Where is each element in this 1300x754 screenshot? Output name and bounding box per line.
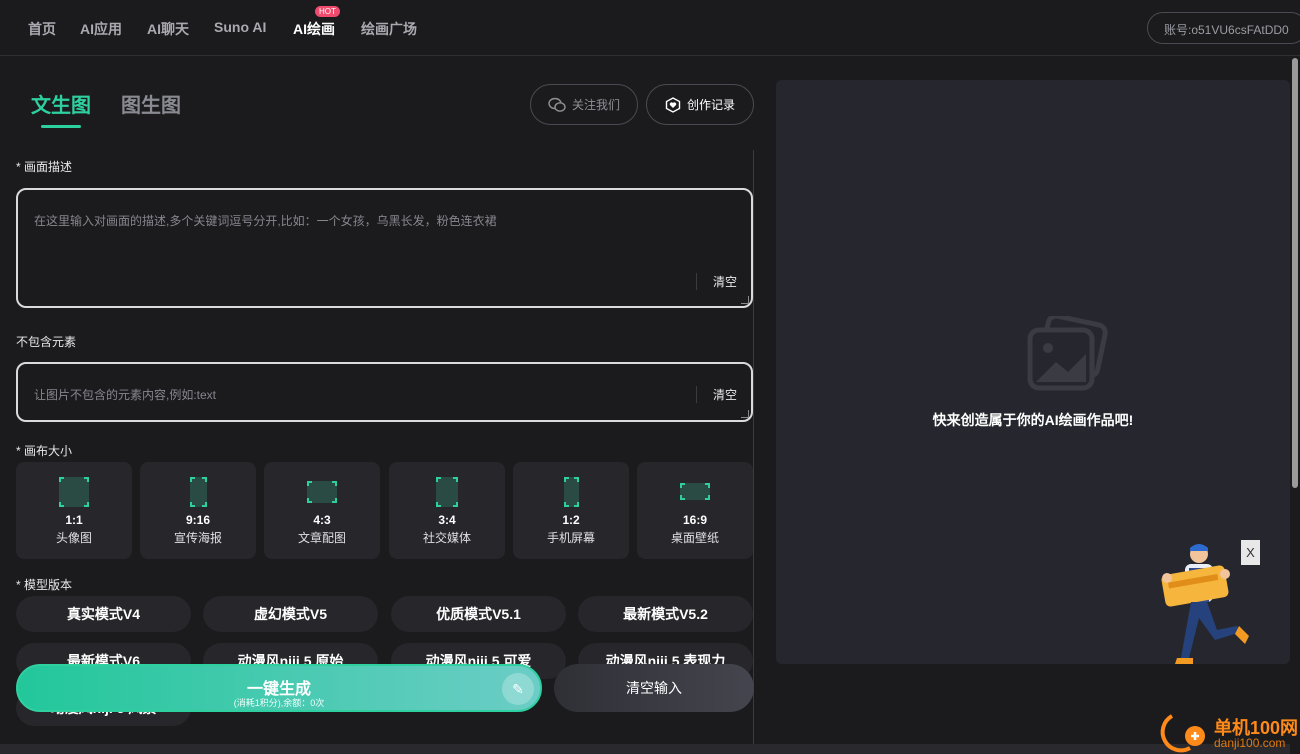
square-ratio-icon	[59, 477, 89, 507]
preview-empty-text: 快来创造属于你的AI绘画作品吧!	[932, 412, 1134, 428]
prompt-clear-button[interactable]: 清空	[695, 273, 737, 290]
portrait-ratio-icon	[436, 477, 458, 507]
hexagon-heart-icon	[665, 96, 681, 113]
negative-placeholder: 让图片不包含的元素内容,例如:text	[34, 388, 217, 402]
nav-painting-square[interactable]: 绘画广场	[361, 19, 417, 39]
model-option[interactable]: 虚幻模式V5	[203, 596, 378, 632]
ratio-card-3-4[interactable]: 3:4 社交媒体	[389, 462, 505, 559]
canvas-size-label: * 画布大小	[16, 444, 73, 458]
ratio-card-9-16[interactable]: 9:16 宣传海报	[140, 462, 256, 559]
ratio-value: 16:9	[682, 513, 708, 527]
site-watermark: 单机100网 danji100.com	[1150, 712, 1300, 754]
popup-close-button[interactable]: X	[1241, 540, 1260, 565]
widescreen-ratio-icon	[680, 483, 710, 500]
portrait-ratio-icon	[190, 477, 207, 507]
nav-ai-chat[interactable]: AI聊天	[147, 19, 189, 39]
ratio-name: 文章配图	[297, 531, 346, 545]
creation-records-button[interactable]: 创作记录	[646, 84, 754, 125]
ratio-card-4-3[interactable]: 4:3 文章配图	[264, 462, 380, 559]
tab-text-to-image[interactable]: 文生图	[31, 89, 91, 118]
nav-ai-painting[interactable]: AI绘画 HOT	[293, 6, 340, 39]
account-display[interactable]: 账号:o51VU6csFAtDD0	[1147, 12, 1300, 44]
ratio-card-1-1[interactable]: 1:1 头像图	[16, 462, 132, 559]
follow-us-label: 关注我们	[571, 98, 620, 112]
resize-handle[interactable]	[741, 296, 749, 304]
scrollbar-thumb[interactable]	[1292, 58, 1298, 488]
horizontal-scrollbar[interactable]	[0, 744, 1290, 754]
model-option[interactable]: 最新模式V5.2	[578, 596, 753, 632]
ratio-value: 1:1	[65, 513, 83, 527]
model-version-label: * 模型版本	[16, 578, 73, 592]
active-tab-indicator	[41, 125, 81, 128]
ratio-card-16-9[interactable]: 16:9 桌面壁纸	[637, 462, 753, 559]
generate-button[interactable]: 一键生成 (消耗1积分),余额：0次 ✎	[16, 664, 542, 712]
image-placeholder-icon	[1027, 316, 1108, 391]
ratio-name: 宣传海报	[173, 531, 222, 545]
ratio-name: 手机屏幕	[546, 531, 595, 545]
hot-badge: HOT	[315, 6, 340, 17]
landscape-ratio-icon	[307, 481, 337, 503]
nav-home[interactable]: 首页	[28, 19, 56, 39]
generate-cost: (消耗1积分),余额：0次	[233, 698, 325, 708]
ratio-value: 9:16	[185, 513, 211, 527]
ratio-value: 4:3	[313, 513, 331, 527]
negative-clear-button[interactable]: 清空	[695, 386, 737, 403]
nav-suno-ai[interactable]: Suno AI	[214, 19, 266, 35]
panel-divider	[753, 150, 754, 754]
nav-ai-painting-label: AI绘画	[293, 21, 335, 37]
watermark-en: danji100.com	[1214, 736, 1286, 750]
ratio-card-1-2[interactable]: 1:2 手机屏幕	[513, 462, 629, 559]
negative-label: 不包含元素	[16, 335, 77, 349]
prompt-input[interactable]: 在这里输入对画面的描述,多个关键词逗号分开,比如：一个女孩，乌黑长发，粉色连衣裙…	[16, 188, 753, 308]
edit-icon: ✎	[502, 673, 534, 705]
ratio-value: 3:4	[438, 513, 456, 527]
negative-input[interactable]: 让图片不包含的元素内容,例如:text 清空	[16, 362, 753, 422]
phone-ratio-icon	[564, 477, 579, 507]
model-option[interactable]: 优质模式V5.1	[391, 596, 566, 632]
model-option[interactable]: 真实模式V4	[16, 596, 191, 632]
follow-us-button[interactable]: 关注我们	[530, 84, 638, 125]
prompt-placeholder: 在这里输入对画面的描述,多个关键词逗号分开,比如：一个女孩，乌黑长发，粉色连衣裙	[34, 214, 497, 228]
ratio-name: 头像图	[55, 531, 92, 545]
clear-input-button[interactable]: 清空输入	[554, 664, 754, 712]
wechat-icon	[548, 97, 566, 112]
ratio-name: 社交媒体	[422, 531, 471, 545]
nav-ai-apps[interactable]: AI应用	[80, 19, 122, 39]
tab-image-to-image[interactable]: 图生图	[121, 89, 181, 118]
ratio-value: 1:2	[562, 513, 580, 527]
watermark-logo	[1160, 714, 1205, 753]
creation-records-label: 创作记录	[686, 98, 735, 112]
ratio-name: 桌面壁纸	[670, 531, 719, 545]
prompt-label: * 画面描述	[16, 160, 73, 174]
vertical-scrollbar[interactable]	[1290, 56, 1300, 754]
top-nav: 首页 AI应用 AI聊天 Suno AI AI绘画 HOT 绘画广场 账号:o5…	[0, 0, 1300, 56]
resize-handle[interactable]	[741, 410, 749, 418]
